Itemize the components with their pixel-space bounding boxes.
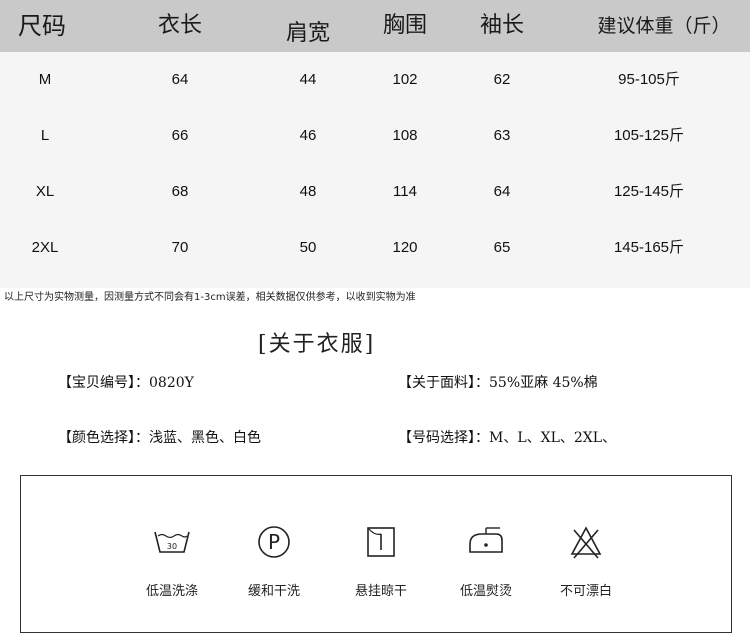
dry-clean-letter: P (268, 530, 280, 554)
dry-clean-p-icon: P (258, 526, 290, 558)
wash-temperature: 30 (167, 542, 177, 551)
care-instructions-box: 30 低温洗涤 P 缓和干洗 悬挂晾干 低温熨烫 不可漂白 (20, 475, 732, 633)
measurement-note: 以上尺寸为实物测量，因测量方式不同会有1-3cm误差，相关数据仅供参考，以收到实… (4, 292, 416, 303)
info-item-number: 【宝贝编号】：0820Y (58, 375, 194, 391)
cell-chest: 114 (393, 183, 417, 200)
care-label: 低温洗涤 (145, 584, 198, 599)
no-bleach-icon (570, 526, 602, 559)
hang-dry-icon (367, 527, 395, 557)
cell-chest: 102 (392, 71, 418, 88)
wash-30-icon: 30 (154, 531, 190, 553)
cell-sleeve: 64 (493, 183, 511, 200)
care-item: 不可漂白 (531, 476, 641, 634)
care-item: 悬挂晾干 (326, 476, 436, 634)
care-label: 缓和干洗 (247, 584, 300, 599)
care-label: 低温熨烫 (459, 584, 512, 599)
cell-shoulder: 44 (299, 71, 317, 88)
info-sizes: 【号码选择】：M、L、XL、2XL、 (398, 430, 617, 446)
cell-length: 64 (171, 71, 189, 88)
cell-chest: 120 (392, 239, 418, 256)
header-size: 尺码 (18, 12, 66, 40)
size-table: 尺码 衣长 肩宽 胸围 袖长 建议体重（斤） M 64 44 102 62 95… (0, 0, 750, 288)
cell-weight: 125-145斤 (613, 183, 685, 200)
low-iron-icon (469, 527, 503, 553)
size-table-header: 尺码 衣长 肩宽 胸围 袖长 建议体重（斤） (0, 0, 750, 52)
header-length: 衣长 (157, 13, 202, 38)
cell-sleeve: 63 (493, 127, 511, 144)
care-item: P 缓和干洗 (219, 476, 329, 634)
table-row: L 66 46 108 63 105-125斤 (0, 108, 750, 164)
header-chest: 胸围 (382, 13, 427, 38)
care-label: 悬挂晾干 (354, 584, 407, 599)
cell-shoulder: 50 (299, 239, 317, 256)
table-row: M 64 44 102 62 95-105斤 (0, 52, 750, 108)
care-label: 不可漂白 (559, 584, 612, 599)
cell-size: L (40, 127, 50, 144)
cell-weight: 145-165斤 (613, 239, 685, 256)
section-title-about-clothing: [关于衣服] (258, 332, 376, 357)
cell-length: 66 (171, 127, 189, 144)
cell-sleeve: 65 (493, 239, 511, 256)
cell-length: 68 (171, 183, 189, 200)
header-sleeve: 袖长 (479, 13, 524, 38)
cell-sleeve: 62 (493, 71, 511, 88)
cell-chest: 108 (392, 127, 418, 144)
cell-shoulder: 48 (299, 183, 317, 200)
care-item: 30 低温洗涤 (117, 476, 227, 634)
cell-length: 70 (171, 239, 189, 256)
cell-weight: 95-105斤 (618, 71, 680, 88)
cell-size: 2XL (31, 239, 59, 256)
header-weight: 建议体重（斤） (597, 15, 731, 37)
info-colors: 【颜色选择】：浅蓝、黑色、白色 (58, 430, 261, 446)
table-row: 2XL 70 50 120 65 145-165斤 (0, 220, 750, 276)
cell-size: XL (35, 183, 55, 200)
care-item: 低温熨烫 (431, 476, 541, 634)
info-fabric: 【关于面料】：55%亚麻 45%棉 (398, 375, 598, 391)
table-row: XL 68 48 114 64 125-145斤 (0, 164, 750, 220)
cell-size: M (38, 71, 52, 88)
cell-shoulder: 46 (299, 127, 317, 144)
cell-weight: 105-125斤 (613, 127, 685, 144)
